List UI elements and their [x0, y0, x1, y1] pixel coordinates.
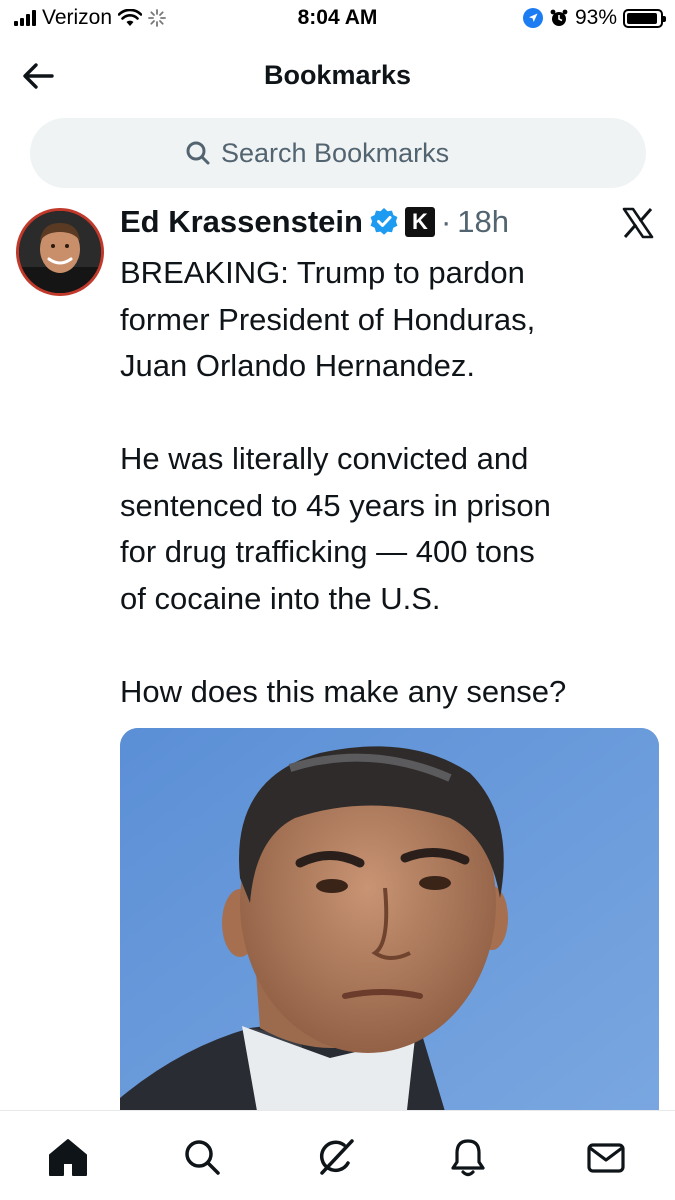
tweet-header: Ed Krassenstein K · 18h: [120, 202, 509, 242]
status-right: 93%: [522, 6, 666, 30]
nav-grok[interactable]: [314, 1135, 358, 1179]
alarm-icon: [550, 9, 568, 26]
x-logo-button[interactable]: [621, 206, 655, 240]
tweet-text: BREAKING: Trump to pardon former Preside…: [120, 255, 567, 709]
tweet-photo[interactable]: [120, 728, 659, 1128]
notifications-icon: [451, 1139, 485, 1177]
grok-icon: [319, 1139, 354, 1175]
nav-home[interactable]: [46, 1135, 90, 1179]
x-logo-icon: [622, 207, 654, 239]
nav-notifications[interactable]: [446, 1135, 490, 1179]
affiliate-badge[interactable]: K: [404, 207, 435, 237]
search-bar[interactable]: [30, 118, 646, 188]
search-input[interactable]: [221, 137, 491, 169]
nav-search[interactable]: [180, 1135, 224, 1179]
tweet-separator: ·: [440, 204, 452, 239]
top-bar: Bookmarks: [0, 46, 675, 108]
home-icon: [49, 1139, 87, 1176]
photo-image: [120, 728, 659, 1128]
avatar[interactable]: [16, 208, 104, 296]
status-bar: Verizon 8:04 AM 93%: [0, 0, 675, 40]
verified-badge-icon: [370, 208, 398, 235]
location-icon: [522, 8, 543, 28]
avatar-image: [19, 211, 101, 293]
author-name[interactable]: Ed Krassenstein: [120, 204, 363, 240]
search-icon: [185, 1140, 220, 1175]
messages-icon: [587, 1143, 625, 1173]
battery-percent: 93%: [574, 6, 617, 29]
search-icon: [186, 141, 210, 165]
bottom-nav: [0, 1110, 675, 1200]
page-title: Bookmarks: [263, 60, 412, 90]
screen: Verizon 8:04 AM 93% Bookmarks Search Boo…: [0, 0, 675, 1200]
nav-messages[interactable]: [584, 1135, 628, 1179]
battery-icon: [623, 8, 666, 28]
tweet-time[interactable]: 18h: [457, 204, 509, 240]
